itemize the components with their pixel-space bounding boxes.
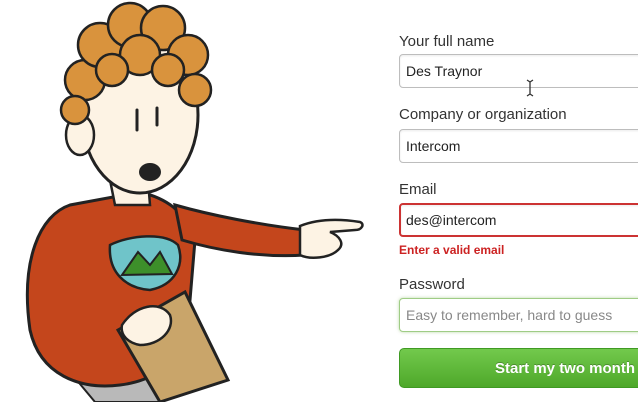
cartoon-illustration — [25, 1, 364, 402]
email-input[interactable] — [399, 203, 638, 237]
password-input[interactable] — [399, 298, 638, 332]
text-cursor-icon — [526, 79, 534, 97]
full-name-label: Your full name — [399, 33, 495, 50]
signup-form: Your full name Company or organization E… — [399, 0, 638, 402]
start-trial-button[interactable]: Start my two month — [399, 348, 638, 388]
company-input[interactable] — [399, 129, 638, 163]
full-name-input[interactable] — [399, 54, 638, 88]
company-label: Company or organization — [399, 106, 567, 123]
email-label: Email — [399, 181, 437, 198]
password-label: Password — [399, 276, 465, 293]
email-error-message: Enter a valid email — [399, 243, 505, 257]
